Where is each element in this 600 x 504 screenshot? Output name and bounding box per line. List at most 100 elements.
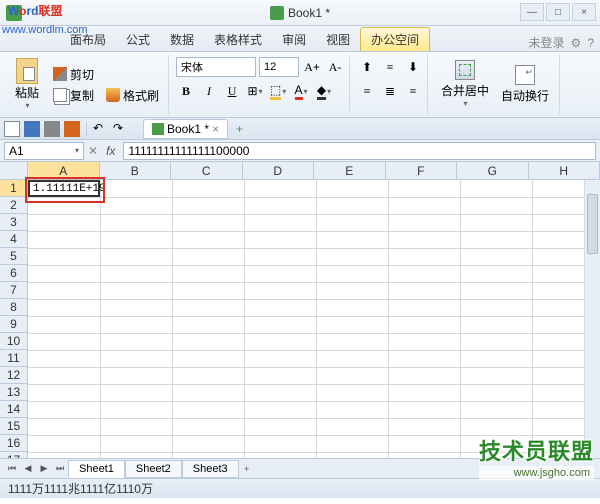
merge-icon	[455, 60, 475, 80]
wrap-text-button[interactable]: 自动换行	[495, 55, 555, 113]
bottom-watermark: 技术员联盟 www.jsgho.com	[479, 434, 594, 480]
ribbon-tabs: 面布局 公式 数据 表格样式 审阅 视图 办公空间 未登录 ⚙ ?	[0, 26, 600, 52]
bold-button[interactable]: B	[176, 81, 196, 101]
minimize-button[interactable]: —	[520, 3, 544, 21]
formula-input[interactable]	[123, 142, 596, 160]
row-header[interactable]: 5	[0, 248, 27, 265]
font-family-select[interactable]	[176, 57, 256, 77]
vertical-scrollbar[interactable]	[584, 180, 600, 458]
copy-icon	[53, 88, 67, 102]
tab-view[interactable]: 视图	[316, 27, 360, 51]
document-tabs: Book1 * × +	[143, 119, 249, 139]
quick-access-toolbar: ↶ ↷ Book1 * × +	[0, 118, 600, 140]
col-header-h[interactable]: H	[529, 162, 600, 179]
row-header[interactable]: 6	[0, 265, 27, 282]
name-box[interactable]: A1 ▾	[4, 142, 84, 160]
formula-bar: A1 ▾ ✕ fx	[0, 140, 600, 162]
row-header[interactable]: 12	[0, 367, 27, 384]
increase-font-button[interactable]: A+	[302, 57, 322, 77]
row-header[interactable]: 11	[0, 350, 27, 367]
align-center-button[interactable]: ≣	[380, 81, 400, 101]
merge-center-button[interactable]: 合并居中▾	[435, 55, 495, 113]
format-painter-button[interactable]: 格式刷	[101, 85, 164, 105]
login-status[interactable]: 未登录	[529, 34, 565, 51]
row-header[interactable]: 7	[0, 282, 27, 299]
col-header-a[interactable]: A	[28, 162, 100, 179]
underline-button[interactable]: U	[222, 81, 242, 101]
font-size-select[interactable]	[259, 57, 299, 77]
sheet-tab-3[interactable]: Sheet3	[182, 460, 239, 478]
titlebar: Book1 * — □ ×	[0, 0, 600, 26]
preview-icon[interactable]	[64, 121, 80, 137]
row-header[interactable]: 3	[0, 214, 27, 231]
bottom-watermark-url: www.jsgho.com	[479, 466, 594, 480]
tab-table-style[interactable]: 表格样式	[204, 27, 272, 51]
row-header[interactable]: 4	[0, 231, 27, 248]
doc-tab-book1[interactable]: Book1 * ×	[143, 119, 228, 139]
align-left-button[interactable]: ≡	[357, 81, 377, 101]
watermark-logo: Word联盟	[8, 2, 62, 20]
row-header[interactable]: 13	[0, 384, 27, 401]
sheet-nav-last[interactable]: ⏭	[52, 461, 68, 477]
undo-icon[interactable]: ↶	[93, 121, 109, 137]
chevron-down-icon: ▾	[75, 146, 79, 155]
sheet-tab-2[interactable]: Sheet2	[125, 460, 182, 478]
row-header[interactable]: 17	[0, 452, 27, 458]
font-color-button[interactable]: A▾	[291, 81, 311, 101]
tab-office-space[interactable]: 办公空间	[360, 27, 430, 51]
tab-formula[interactable]: 公式	[116, 27, 160, 51]
col-header-d[interactable]: D	[243, 162, 315, 179]
cell-a1[interactable]: 1.11111E+19	[28, 180, 100, 197]
sheet-nav-next[interactable]: ▶	[36, 461, 52, 477]
row-header[interactable]: 10	[0, 333, 27, 350]
paste-icon	[16, 58, 38, 84]
scrollbar-thumb[interactable]	[587, 194, 598, 254]
row-header[interactable]: 16	[0, 435, 27, 452]
tab-data[interactable]: 数据	[160, 27, 204, 51]
cell-style-button[interactable]: ◆▾	[314, 81, 334, 101]
help-icon[interactable]: ?	[587, 36, 594, 50]
save-icon[interactable]	[24, 121, 40, 137]
decrease-font-button[interactable]: A-	[325, 57, 345, 77]
fx-button[interactable]: fx	[102, 144, 119, 158]
new-icon[interactable]	[4, 121, 20, 137]
sheet-nav-prev[interactable]: ◀	[20, 461, 36, 477]
close-tab-icon[interactable]: ×	[212, 122, 219, 136]
cut-button[interactable]: 剪切	[48, 64, 164, 84]
sheet-tab-1[interactable]: Sheet1	[68, 460, 125, 478]
align-right-button[interactable]: ≡	[403, 81, 423, 101]
col-header-b[interactable]: B	[100, 162, 172, 179]
add-tab-button[interactable]: +	[230, 122, 249, 136]
redo-icon[interactable]: ↷	[113, 121, 129, 137]
close-button[interactable]: ×	[572, 3, 596, 21]
merge-wrap-group: 合并居中▾ 自动换行	[431, 55, 560, 114]
row-header-1[interactable]: 1	[0, 180, 27, 197]
paste-button[interactable]: 粘贴▾	[8, 55, 46, 113]
align-bottom-button[interactable]: ⬇	[403, 57, 423, 77]
cells-area[interactable]: 1.11111E+19	[28, 180, 600, 458]
print-icon[interactable]	[44, 121, 60, 137]
select-all-corner[interactable]	[0, 162, 28, 180]
wrap-icon	[515, 65, 535, 85]
border-button[interactable]: ⊞▾	[245, 81, 265, 101]
row-header[interactable]: 14	[0, 401, 27, 418]
italic-button[interactable]: I	[199, 81, 219, 101]
tab-review[interactable]: 审阅	[272, 27, 316, 51]
settings-icon[interactable]: ⚙	[571, 36, 582, 50]
sheet-nav-first[interactable]: ⏮	[4, 461, 20, 477]
col-header-f[interactable]: F	[386, 162, 458, 179]
col-header-e[interactable]: E	[314, 162, 386, 179]
col-header-g[interactable]: G	[457, 162, 529, 179]
row-header[interactable]: 8	[0, 299, 27, 316]
copy-button[interactable]: 复制	[48, 85, 99, 105]
cancel-icon[interactable]: ✕	[88, 144, 98, 158]
align-middle-button[interactable]: ≡	[380, 57, 400, 77]
fill-color-button[interactable]: ⬚▾	[268, 81, 288, 101]
add-sheet-button[interactable]: +	[239, 461, 255, 477]
col-header-c[interactable]: C	[171, 162, 243, 179]
maximize-button[interactable]: □	[546, 3, 570, 21]
row-header[interactable]: 9	[0, 316, 27, 333]
row-header[interactable]: 15	[0, 418, 27, 435]
row-header[interactable]: 2	[0, 197, 27, 214]
align-top-button[interactable]: ⬆	[357, 57, 377, 77]
